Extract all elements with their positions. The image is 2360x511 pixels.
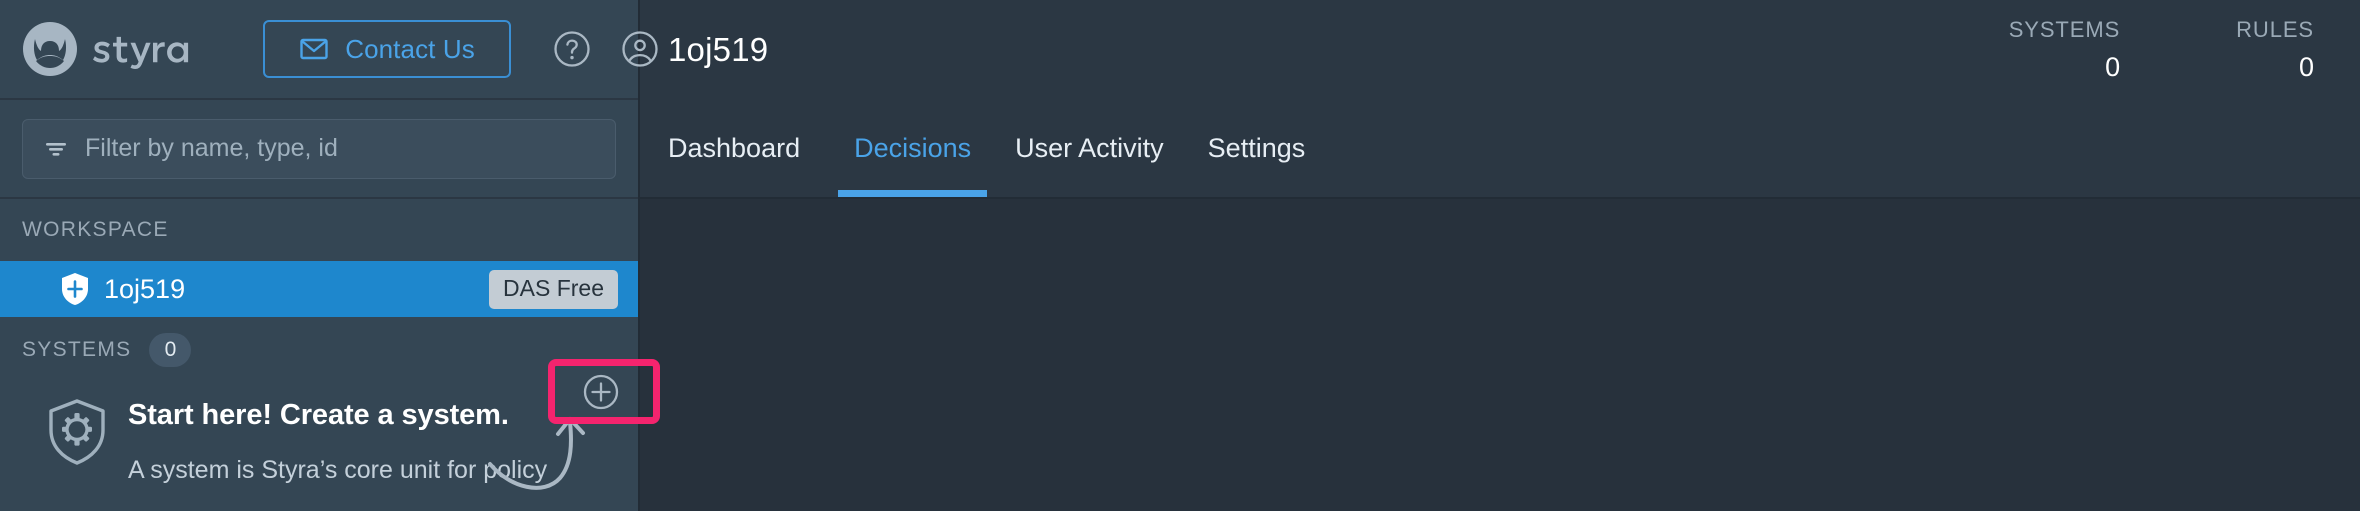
shield-icon [62,273,88,305]
contact-us-label: Contact Us [345,33,475,64]
stat-rules-value: 0 [2298,52,2314,82]
stat-systems-label: SYSTEMS [2008,17,2121,42]
workspace-section-label: WORKSPACE [22,218,169,241]
shield-gear-icon [49,399,105,465]
tab-settings[interactable]: Settings [1186,100,1328,197]
plus-circle-icon [583,374,619,410]
stat-systems: SYSTEMS 0 [2009,17,2120,83]
main-panel: 1oj519 SYSTEMS 0 RULES 0 Dashboard Decis… [640,0,2360,511]
empty-state-description: A system is Styra’s core unit for policy [128,456,548,484]
filter-icon [46,142,66,156]
systems-section-label: SYSTEMS [22,338,132,361]
main-content-area [640,199,2360,511]
brand-logo[interactable] [22,21,237,77]
help-icon[interactable] [553,30,591,68]
header-stats: SYSTEMS 0 RULES 0 [2009,17,2314,83]
sidebar-header: Contact Us [0,0,658,100]
account-icon[interactable] [621,30,659,68]
systems-empty-state: Start here! Create a system. A system is… [0,383,638,488]
stat-rules-label: RULES [2236,17,2314,42]
main-tabbar: Dashboard Decisions User Activity Settin… [640,100,2360,199]
add-system-button[interactable] [570,370,632,414]
stat-systems-value: 0 [2105,52,2121,82]
tab-user-activity[interactable]: User Activity [993,100,1186,197]
workspace-item-name: 1oj519 [104,273,186,304]
styra-wordmark-icon [93,36,189,69]
sidebar: Contact Us Filter by name, type, id WORK… [0,0,658,511]
mail-icon [300,38,328,60]
main-header: 1oj519 SYSTEMS 0 RULES 0 [640,0,2360,100]
contact-us-button[interactable]: Contact Us [263,20,511,78]
styra-helmet-logo-icon [23,22,77,76]
app-root: Contact Us Filter by name, type, id WORK… [0,0,2360,511]
workspace-plan-badge: DAS Free [489,269,618,309]
stat-rules: RULES 0 [2236,17,2314,83]
sidebar-filter-row [0,100,638,199]
systems-count-badge: 0 [149,333,192,367]
tab-decisions[interactable]: Decisions [832,100,993,197]
sidebar-header-icons [553,30,659,68]
filter-box[interactable] [22,118,616,179]
page-title: 1oj519 [668,31,769,68]
sidebar-item-workspace-1oj519[interactable]: 1oj519 DAS Free [0,261,638,317]
filter-input[interactable] [85,134,595,163]
empty-state-title: Start here! Create a system. [128,399,509,431]
tab-dashboard[interactable]: Dashboard [668,100,822,197]
systems-section-header: SYSTEMS 0 [0,317,638,383]
